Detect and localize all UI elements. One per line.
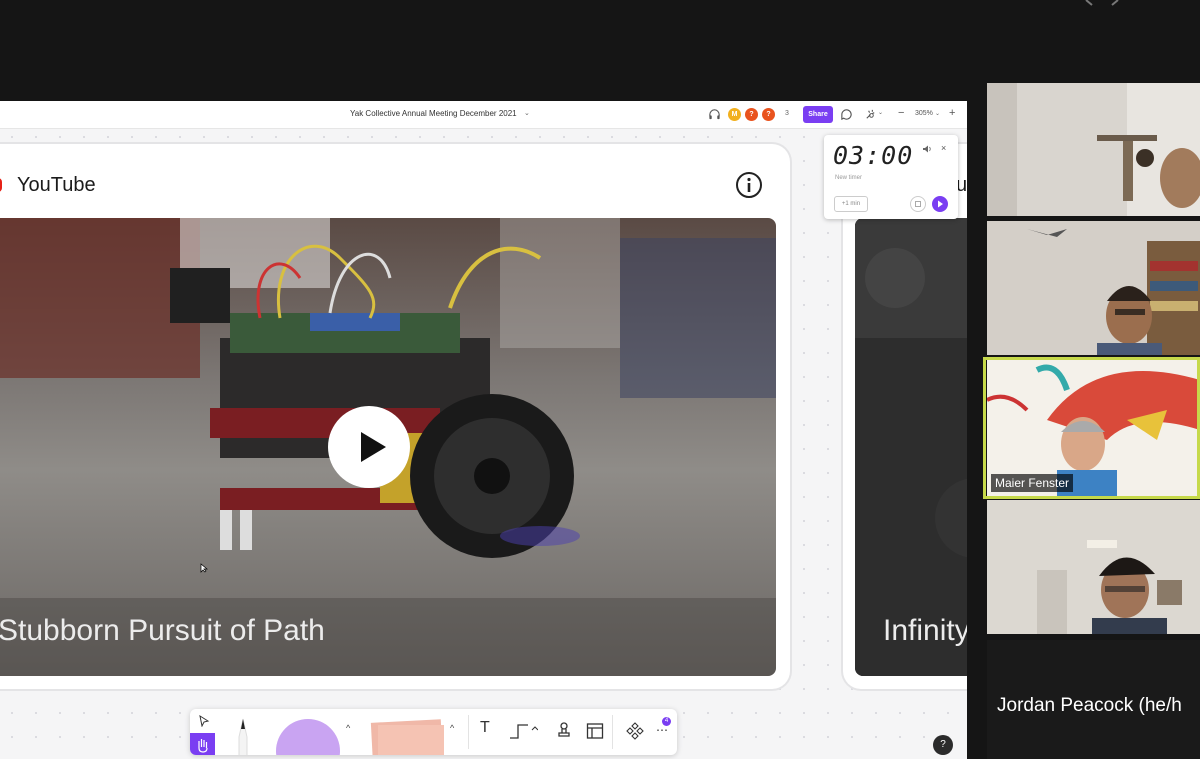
volume-icon[interactable] [922,144,932,154]
participant-video-tile[interactable] [987,221,1200,355]
meeting-window: Yak Collective Annual Meeting December 2… [0,0,1200,759]
reactions-icon[interactable] [864,108,877,121]
embed-source-label: YouTube [17,174,96,196]
zoom-in-button[interactable]: + [949,107,955,119]
toolbar-divider [612,715,613,749]
pen-tool-icon[interactable] [230,717,256,755]
zoom-level[interactable]: 305% [915,110,933,117]
document-title[interactable]: Yak Collective Annual Meeting December 2… [350,109,517,118]
play-button[interactable] [328,406,410,488]
notification-badge: 4 [662,717,671,726]
shape-tool[interactable] [276,719,340,755]
youtube-embed-card-2[interactable]: u Infinity [843,144,967,689]
info-icon[interactable] [735,171,763,199]
whiteboard-topbar: Yak Collective Annual Meeting December 2… [0,101,967,129]
participant-video-tile-active[interactable]: Maier Fenster [987,360,1200,496]
reactions-caret-icon[interactable]: ⌄ [878,109,883,116]
video-title: Stubborn Pursuit of Path [0,614,325,647]
toolbar-divider [468,715,469,749]
zoom-caret-icon[interactable]: ⌄ [935,110,940,117]
youtube-embed-card[interactable]: YouTube Stubborn Pursuit of Path [0,144,790,689]
stamp-tool-icon[interactable] [556,721,572,741]
video-thumbnail-2[interactable]: Infinity [855,218,967,676]
select-tool-icon[interactable] [198,715,210,727]
help-button[interactable]: ? [933,735,953,755]
add-minute-button[interactable]: +1 min [834,196,868,212]
title-dropdown-icon[interactable]: ⌄ [524,109,530,117]
bottom-toolbar: ^ ^ T ⋯ 4 [190,709,677,755]
timer-subtitle: New timer [835,175,863,181]
timer-widget: 03:00 New timer × +1 min [824,135,958,219]
avatar[interactable]: ? [745,108,758,121]
participant-video-feed [987,500,1200,634]
video-title-2: Infinity [883,614,967,647]
participant-name: Jordan Peacock (he/h [997,695,1182,716]
stop-icon [915,201,921,207]
avatar[interactable]: M [728,108,741,121]
components-tool-icon[interactable] [626,722,644,740]
text-tool-icon[interactable]: T [480,719,490,737]
participant-video-feed [987,221,1200,355]
participant-name-tile[interactable]: Jordan Peacock (he/h [987,640,1200,759]
play-icon [361,432,386,462]
zoom-out-button[interactable]: − [898,107,904,119]
play-icon [938,200,943,208]
participant-video-tile[interactable] [987,83,1200,216]
connector-tool-icon[interactable] [508,721,538,741]
comment-icon[interactable] [840,108,853,121]
video-2-photo [855,218,967,676]
zoom-control: − 305% ⌄ + [893,107,963,123]
mouse-cursor-icon [200,563,208,573]
frame-tool-icon[interactable] [586,722,604,740]
youtube-logo-icon [0,178,2,192]
corner-mark-icon [1085,0,1119,6]
video-thumbnail[interactable]: Stubborn Pursuit of Path [0,218,776,676]
participant-name: Maier Fenster [991,474,1074,492]
timer-start-button[interactable] [932,196,948,212]
shape-caret-icon[interactable]: ^ [346,723,350,733]
headset-icon[interactable] [708,108,721,121]
close-icon[interactable]: × [941,143,946,153]
avatar[interactable]: ? [762,108,775,121]
sticky-caret-icon[interactable]: ^ [450,723,454,733]
timer-stop-button[interactable] [910,196,926,212]
sticky-note-stack [378,725,444,755]
hand-icon [198,739,208,753]
share-button[interactable]: Share [803,106,833,123]
participant-count: 3 [785,110,789,117]
participant-video-tile[interactable] [987,500,1200,634]
timer-display: 03:00 [833,141,914,170]
whiteboard-canvas[interactable]: Yak Collective Annual Meeting December 2… [0,101,967,759]
participant-video-feed [987,83,1200,216]
hand-tool[interactable] [190,733,215,755]
